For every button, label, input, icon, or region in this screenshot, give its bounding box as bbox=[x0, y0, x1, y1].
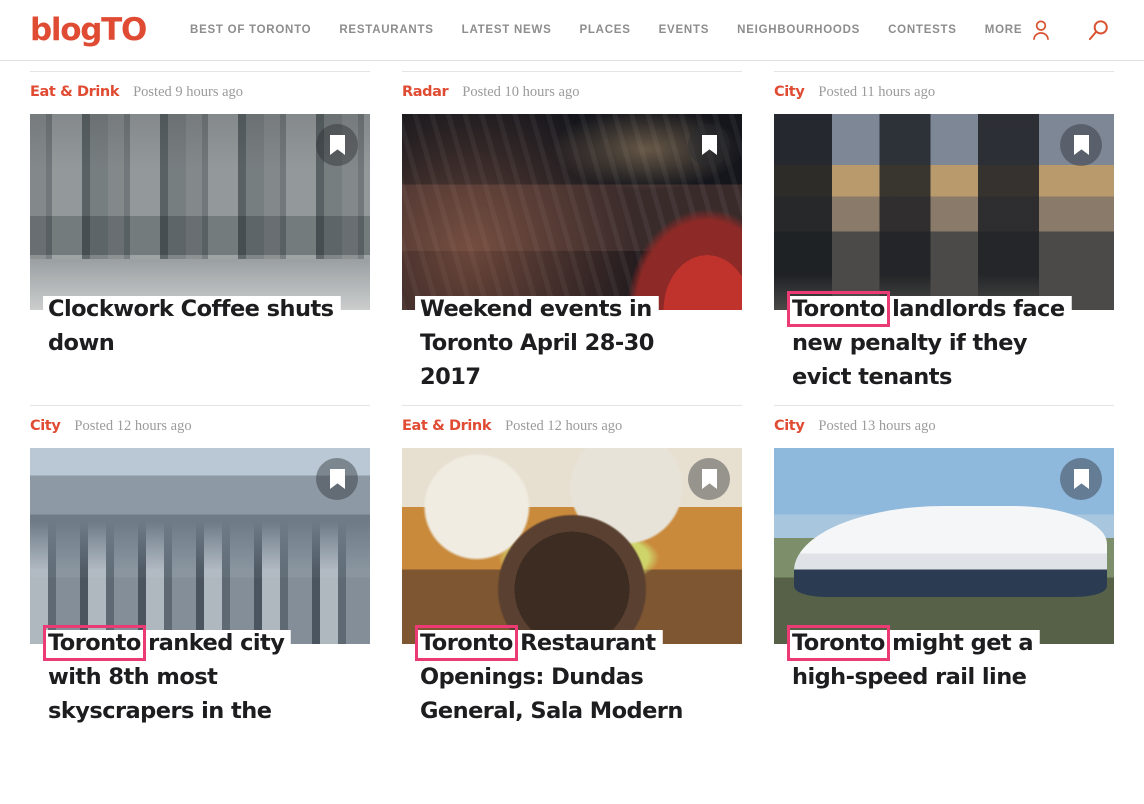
article-card[interactable]: Eat & Drink Posted 9 hours ago Clockwork… bbox=[30, 71, 370, 395]
card-thumbnail[interactable] bbox=[774, 114, 1114, 310]
card-category[interactable]: City bbox=[774, 418, 805, 434]
header-actions bbox=[1028, 17, 1122, 43]
headline-line: 2017 bbox=[420, 364, 481, 391]
article-card[interactable]: Radar Posted 10 hours ago Weekend events… bbox=[402, 71, 742, 395]
headline-line: skyscrapers in the bbox=[48, 697, 272, 724]
bookmark-icon[interactable] bbox=[1060, 124, 1102, 166]
bookmark-icon[interactable] bbox=[688, 124, 730, 166]
card-timestamp: Posted 12 hours ago bbox=[505, 417, 623, 434]
headline-line-rest: Restaurant bbox=[520, 629, 656, 656]
headline-line: down bbox=[48, 330, 115, 357]
user-icon[interactable] bbox=[1028, 17, 1054, 43]
headline-line-rest: might get a bbox=[892, 629, 1034, 656]
card-category[interactable]: Radar bbox=[402, 84, 449, 100]
article-grid: Eat & Drink Posted 9 hours ago Clockwork… bbox=[0, 61, 1144, 728]
nav-item-latest-news[interactable]: LATEST NEWS bbox=[462, 24, 552, 36]
card-thumbnail[interactable] bbox=[402, 447, 742, 644]
card-meta: Radar Posted 10 hours ago bbox=[402, 84, 742, 106]
headline-line: Openings: Dundas bbox=[420, 663, 644, 690]
card-timestamp: Posted 13 hours ago bbox=[818, 417, 936, 434]
card-thumbnail[interactable] bbox=[774, 447, 1114, 644]
search-term-highlight: Toronto bbox=[787, 291, 890, 327]
headline-line: Weekend events in bbox=[420, 296, 652, 322]
card-timestamp: Posted 10 hours ago bbox=[462, 84, 580, 100]
card-category[interactable]: City bbox=[30, 418, 61, 434]
search-term-highlight: Toronto bbox=[43, 624, 146, 661]
article-card[interactable]: Eat & Drink Posted 12 hours ago Toronto … bbox=[402, 404, 742, 729]
site-header: blogTO BEST OF TORONTO RESTAURANTS LATES… bbox=[0, 0, 1144, 61]
card-thumbnail[interactable] bbox=[402, 114, 742, 310]
headline-line: Clockwork Coffee shuts bbox=[48, 296, 334, 322]
card-meta: City Posted 11 hours ago bbox=[774, 84, 1114, 106]
card-meta: Eat & Drink Posted 9 hours ago bbox=[30, 84, 370, 106]
card-thumbnail[interactable] bbox=[30, 447, 370, 644]
main-navigation: BEST OF TORONTO RESTAURANTS LATEST NEWS … bbox=[190, 24, 1022, 36]
headline-line: evict tenants bbox=[792, 364, 952, 391]
headline-line-rest: landlords face bbox=[892, 296, 1065, 322]
card-headline[interactable]: Clockwork Coffee shuts down bbox=[48, 292, 370, 360]
card-category[interactable]: Eat & Drink bbox=[30, 84, 119, 100]
headline-line-first: Toronto Restaurant bbox=[415, 624, 656, 661]
headline-line: Toronto April 28-30 bbox=[420, 330, 654, 357]
card-category[interactable]: City bbox=[774, 84, 805, 100]
headline-line: high-speed rail line bbox=[792, 663, 1027, 690]
bookmark-icon[interactable] bbox=[688, 457, 730, 500]
article-card[interactable]: City Posted 13 hours ago Toronto might g… bbox=[774, 404, 1114, 729]
article-card[interactable]: City Posted 12 hours ago Toronto ranked … bbox=[30, 404, 370, 729]
search-term-highlight: Toronto bbox=[787, 624, 890, 661]
headline-line: General, Sala Modern bbox=[420, 697, 683, 724]
nav-item-contests[interactable]: CONTESTS bbox=[888, 24, 957, 36]
article-card[interactable]: City Posted 11 hours ago Toronto landlor… bbox=[774, 71, 1114, 395]
card-thumbnail[interactable] bbox=[30, 114, 370, 310]
headline-line-first: Toronto might get a bbox=[787, 624, 1034, 661]
card-meta: City Posted 12 hours ago bbox=[30, 418, 370, 440]
headline-line-rest: ranked city bbox=[148, 629, 285, 656]
card-headline[interactable]: Toronto ranked city with 8th most skyscrap… bbox=[43, 624, 370, 729]
search-icon[interactable] bbox=[1086, 17, 1112, 43]
nav-item-neighbourhoods[interactable]: NEIGHBOURHOODS bbox=[737, 24, 860, 36]
headline-line-first: Toronto ranked city bbox=[43, 624, 285, 661]
card-meta: Eat & Drink Posted 12 hours ago bbox=[402, 418, 742, 440]
card-category[interactable]: Eat & Drink bbox=[402, 418, 491, 434]
nav-item-best-of-toronto[interactable]: BEST OF TORONTO bbox=[190, 24, 311, 36]
search-term-highlight: Toronto bbox=[415, 624, 518, 661]
bookmark-icon[interactable] bbox=[316, 124, 358, 166]
card-headline[interactable]: Toronto might get a high-speed rail line bbox=[787, 624, 1114, 694]
headline-line: new penalty if they bbox=[792, 330, 1028, 357]
card-meta: City Posted 13 hours ago bbox=[774, 418, 1114, 440]
card-timestamp: Posted 12 hours ago bbox=[74, 417, 192, 434]
bookmark-icon[interactable] bbox=[1060, 457, 1102, 500]
headline-line-first: Toronto landlords face bbox=[787, 291, 1065, 327]
card-headline[interactable]: Toronto landlords face new penalty if the… bbox=[787, 291, 1114, 395]
nav-item-events[interactable]: EVENTS bbox=[659, 24, 710, 36]
card-timestamp: Posted 9 hours ago bbox=[133, 84, 244, 100]
bookmark-icon[interactable] bbox=[316, 457, 358, 500]
card-headline[interactable]: Toronto Restaurant Openings: Dundas Genera… bbox=[415, 624, 742, 729]
nav-item-restaurants[interactable]: RESTAURANTS bbox=[339, 24, 433, 36]
site-logo[interactable]: blogTO bbox=[30, 14, 147, 46]
card-timestamp: Posted 11 hours ago bbox=[818, 84, 936, 100]
card-headline[interactable]: Weekend events in Toronto April 28-30 2017 bbox=[420, 292, 742, 395]
nav-item-more[interactable]: MORE bbox=[985, 24, 1023, 36]
headline-line: with 8th most bbox=[48, 663, 218, 690]
nav-item-places[interactable]: PLACES bbox=[579, 24, 630, 36]
